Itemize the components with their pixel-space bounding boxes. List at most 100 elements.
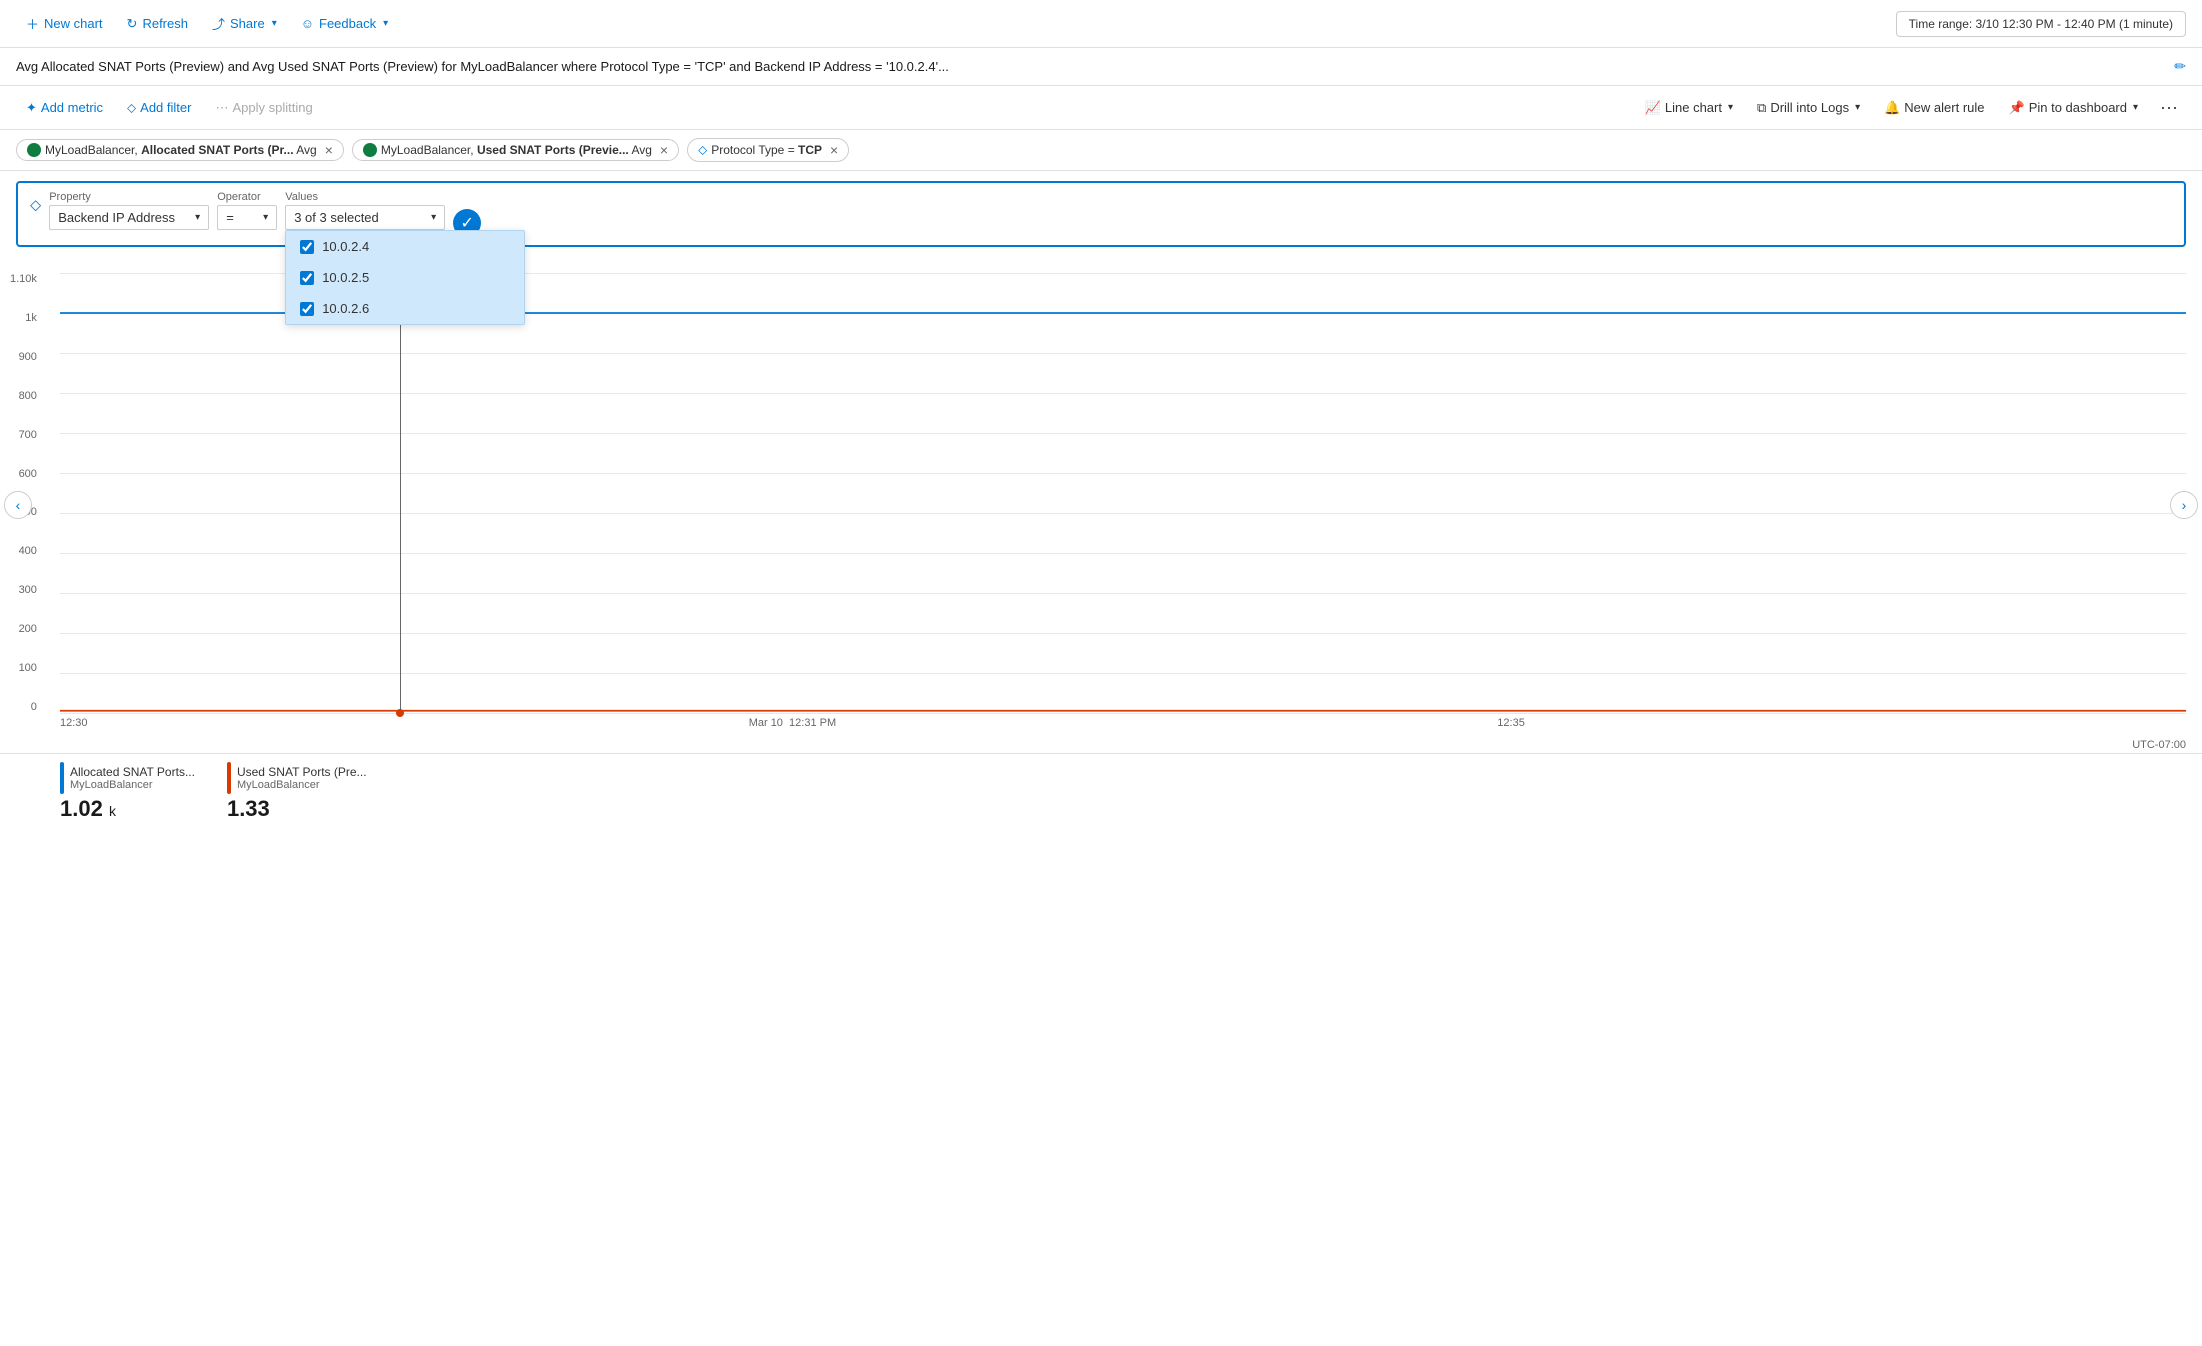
checkbox-2[interactable] <box>300 302 314 316</box>
share-button[interactable]: ⤴ Share ▾ <box>202 10 287 37</box>
line-chart-button[interactable]: 📈 Line chart ▾ <box>1635 96 1743 120</box>
add-filter-button[interactable]: ⬦ Add filter <box>117 96 201 120</box>
x-label-1: Mar 10 12:31 PM <box>749 717 836 729</box>
add-metric-button[interactable]: ✦ Add metric <box>16 96 113 120</box>
y-label-11: 0 <box>31 701 37 713</box>
y-label-2: 900 <box>19 351 37 363</box>
share-chevron: ▾ <box>272 18 277 29</box>
legend-value-0: 1.02 k <box>60 796 195 822</box>
add-filter-label: Add filter <box>140 100 191 115</box>
filter-editor: ⬦ Property Backend IP Address ▾ Operator… <box>16 181 2186 247</box>
utc-label: UTC-07:00 <box>2132 739 2186 751</box>
dropdown-item-2[interactable]: 10.0.2.6 <box>286 293 524 324</box>
option-label-2: 10.0.2.6 <box>322 301 369 316</box>
pin-icon: 📌 <box>2009 100 2025 116</box>
legend-item-1: Used SNAT Ports (Pre... MyLoadBalancer 1… <box>227 762 367 822</box>
pill-protocol[interactable]: ⬦ Protocol Type = TCP × <box>687 138 849 162</box>
legend-name-1: Used SNAT Ports (Pre... <box>237 765 367 779</box>
chart-area: ‹ › 1.10k 1k 900 800 700 600 500 400 300… <box>0 257 2202 753</box>
second-toolbar: ✦ Add metric ⬦ Add filter ⋯ Apply splitt… <box>0 86 2202 130</box>
drill-icon: ⧉ <box>1757 100 1766 116</box>
y-label-5: 600 <box>19 468 37 480</box>
top-toolbar: ＋ New chart ↻ Refresh ⤴ Share ▾ ☺ Feedba… <box>0 0 2202 48</box>
apply-splitting-button[interactable]: ⋯ Apply splitting <box>205 96 322 120</box>
legend-name-0: Allocated SNAT Ports... <box>70 765 195 779</box>
chart-wrap: 1.10k 1k 900 800 700 600 500 400 300 200… <box>60 273 2186 753</box>
pin-label: Pin to dashboard <box>2029 100 2127 115</box>
add-metric-icon: ✦ <box>26 100 37 116</box>
pill-allocated-text: MyLoadBalancer, Allocated SNAT Ports (Pr… <box>45 143 317 157</box>
new-chart-button[interactable]: ＋ New chart <box>16 10 113 37</box>
nav-right-button[interactable]: › <box>2170 491 2198 519</box>
pin-to-dashboard-button[interactable]: 📌 Pin to dashboard ▾ <box>1999 96 2149 120</box>
y-label-4: 700 <box>19 429 37 441</box>
dropdown-item-1[interactable]: 10.0.2.5 <box>286 262 524 293</box>
feedback-icon: ☺ <box>301 16 314 31</box>
refresh-button[interactable]: ↻ Refresh <box>117 12 198 36</box>
split-icon: ⋯ <box>215 100 228 116</box>
legend-sub-0: MyLoadBalancer <box>70 779 195 791</box>
new-chart-label: New chart <box>44 16 103 31</box>
legend-bar-1 <box>227 762 231 794</box>
property-label: Property <box>49 191 209 203</box>
chart-svg <box>60 273 2186 713</box>
pill-used-icon <box>363 143 377 157</box>
filter-icon: ⬦ <box>127 100 136 116</box>
values-dropdown[interactable]: 3 of 3 selected ▾ <box>285 205 445 230</box>
property-chevron: ▾ <box>195 212 200 223</box>
pill-used-close[interactable]: × <box>660 143 668 157</box>
y-label-8: 300 <box>19 584 37 596</box>
legend-label-row-0: Allocated SNAT Ports... MyLoadBalancer <box>60 762 195 794</box>
operator-dropdown[interactable]: = ▾ <box>217 205 277 230</box>
operator-label: Operator <box>217 191 277 203</box>
title-bar: Avg Allocated SNAT Ports (Preview) and A… <box>0 48 2202 86</box>
add-metric-label: Add metric <box>41 100 103 115</box>
pill-allocated-icon <box>27 143 41 157</box>
more-options-button[interactable]: ··· <box>2152 93 2186 122</box>
line-chart-label: Line chart <box>1665 100 1722 115</box>
legend-text-0: Allocated SNAT Ports... MyLoadBalancer <box>70 765 195 791</box>
y-label-7: 400 <box>19 545 37 557</box>
legend: Allocated SNAT Ports... MyLoadBalancer 1… <box>0 753 2202 834</box>
legend-item-0: Allocated SNAT Ports... MyLoadBalancer 1… <box>60 762 195 822</box>
pill-protocol-close[interactable]: × <box>830 143 838 157</box>
share-icon: ⤴ <box>212 14 225 33</box>
option-label-1: 10.0.2.5 <box>322 270 369 285</box>
property-dropdown[interactable]: Backend IP Address ▾ <box>49 205 209 230</box>
values-summary: 3 of 3 selected <box>294 210 379 225</box>
filter-pills-row: MyLoadBalancer, Allocated SNAT Ports (Pr… <box>0 130 2202 171</box>
checkbox-0[interactable] <box>300 240 314 254</box>
chevron-right-icon: › <box>2182 497 2187 513</box>
new-alert-rule-button[interactable]: 🔔 New alert rule <box>1874 96 1994 120</box>
values-chevron: ▾ <box>431 212 436 223</box>
drill-chevron: ▾ <box>1855 102 1860 113</box>
chevron-left-icon: ‹ <box>16 497 21 513</box>
pin-chevron: ▾ <box>2133 102 2138 113</box>
legend-bar-0 <box>60 762 64 794</box>
y-label-9: 200 <box>19 623 37 635</box>
checkbox-1[interactable] <box>300 271 314 285</box>
line-chart-icon: 📈 <box>1645 100 1661 116</box>
pill-allocated[interactable]: MyLoadBalancer, Allocated SNAT Ports (Pr… <box>16 139 344 161</box>
y-label-0: 1.10k <box>10 273 37 285</box>
pill-used[interactable]: MyLoadBalancer, Used SNAT Ports (Previe.… <box>352 139 679 161</box>
plus-icon: ＋ <box>26 14 39 33</box>
time-range-button[interactable]: Time range: 3/10 12:30 PM - 12:40 PM (1 … <box>1896 11 2186 37</box>
legend-sub-1: MyLoadBalancer <box>237 779 367 791</box>
dropdown-item-0[interactable]: 10.0.2.4 <box>286 231 524 262</box>
drill-into-logs-button[interactable]: ⧉ Drill into Logs ▾ <box>1747 96 1870 120</box>
time-range-label: Time range: 3/10 12:30 PM - 12:40 PM (1 … <box>1909 17 2173 31</box>
legend-value-1: 1.33 <box>227 796 367 822</box>
operator-chevron: ▾ <box>263 212 268 223</box>
y-label-1: 1k <box>25 312 37 324</box>
nav-left-button[interactable]: ‹ <box>4 491 32 519</box>
new-alert-label: New alert rule <box>1904 100 1984 115</box>
property-col: Property Backend IP Address ▾ <box>49 191 209 230</box>
x-axis: 12:30 Mar 10 12:31 PM 12:35 UTC-07:00 <box>60 713 2186 753</box>
x-label-2: 12:35 <box>1497 717 1525 729</box>
edit-title-icon[interactable]: ✏ <box>2174 58 2186 75</box>
pill-allocated-close[interactable]: × <box>325 143 333 157</box>
operator-value: = <box>226 210 234 225</box>
feedback-button[interactable]: ☺ Feedback ▾ <box>291 12 398 35</box>
chart-title: Avg Allocated SNAT Ports (Preview) and A… <box>16 59 2166 74</box>
